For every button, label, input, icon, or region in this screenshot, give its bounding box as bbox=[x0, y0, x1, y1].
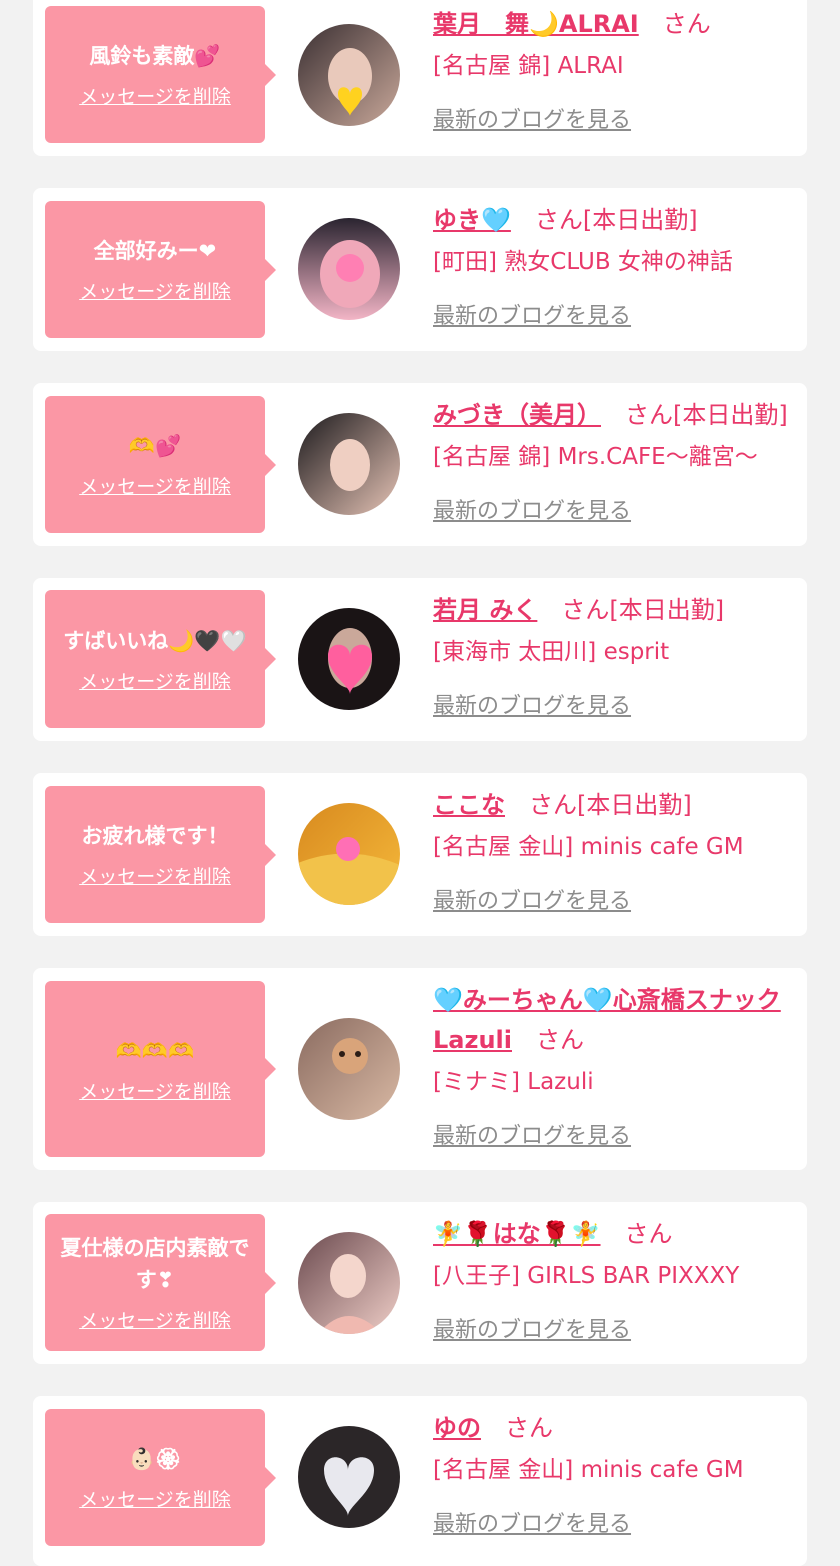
avatar[interactable] bbox=[298, 608, 400, 710]
cast-info: ここな さん[本日出勤] [名古屋 金山] minis cafe GM 最新のブロ… bbox=[433, 785, 799, 915]
shop-label: [東海市 太田川] esprit bbox=[433, 639, 670, 665]
cast-name-link[interactable]: 葉月 舞🌙ALRAI bbox=[433, 10, 639, 38]
list-item: 🫶🫶🫶 メッセージを削除 🩵みーちゃん🩵心斎橋スナックLazuli さん [ミナミ… bbox=[33, 968, 807, 1170]
shop-label: [八王子] GIRLS BAR PIXXXY bbox=[433, 1263, 740, 1289]
latest-blog-link[interactable]: 最新のブログを見る bbox=[433, 883, 631, 915]
latest-blog-link[interactable]: 最新のブログを見る bbox=[433, 102, 631, 134]
cast-name-link[interactable]: ゆき🩵 bbox=[433, 206, 511, 234]
latest-blog-link[interactable]: 最新のブログを見る bbox=[433, 493, 631, 525]
list-item: お疲れ様です！ メッセージを削除 ここな さん[本日出勤] [名古屋 金山] mi… bbox=[33, 773, 807, 936]
latest-blog-link[interactable]: 最新のブログを見る bbox=[433, 1312, 631, 1344]
message-bubble: 🫶💕 メッセージを削除 bbox=[45, 396, 276, 533]
honorific-label: さん[本日出勤] bbox=[561, 596, 725, 624]
avatar[interactable] bbox=[298, 218, 400, 320]
message-text: 全部好みー❤ bbox=[93, 239, 217, 263]
cast-info: ゆの さん [名古屋 金山] minis cafe GM 最新のブログを見る bbox=[433, 1408, 799, 1538]
message-bubble: 夏仕様の店内素敵です❣ メッセージを削除 bbox=[45, 1214, 276, 1351]
cast-info: ゆき🩵 さん[本日出勤] [町田] 熟女CLUB 女神の神話 最新のブログを見る bbox=[433, 200, 799, 330]
avatar[interactable] bbox=[298, 24, 400, 126]
delete-message-link[interactable]: メッセージを削除 bbox=[79, 1077, 231, 1104]
delete-message-link[interactable]: メッセージを削除 bbox=[79, 82, 231, 109]
cast-info: 葉月 舞🌙ALRAI さん [名古屋 錦] ALRAI 最新のブログを見る bbox=[433, 4, 799, 134]
delete-message-link[interactable]: メッセージを削除 bbox=[79, 1306, 231, 1333]
honorific-label: さん bbox=[624, 1220, 673, 1248]
cast-info: 🩵みーちゃん🩵心斎橋スナックLazuli さん [ミナミ] Lazuli 最新のブ… bbox=[433, 980, 787, 1150]
shop-label: [名古屋 金山] minis cafe GM bbox=[433, 834, 744, 860]
delete-message-link[interactable]: メッセージを削除 bbox=[79, 1485, 231, 1512]
cast-name-link[interactable]: みづき（美月） bbox=[433, 401, 601, 429]
message-text: 風鈴も素敵💕 bbox=[89, 44, 221, 68]
message-text: 🫶💕 bbox=[128, 434, 182, 458]
honorific-label: さん[本日出勤] bbox=[529, 791, 692, 819]
honorific-label: さん bbox=[662, 10, 711, 38]
shop-label: [ミナミ] Lazuli bbox=[433, 1069, 594, 1095]
honorific-label: さん bbox=[505, 1414, 553, 1442]
list-item: 夏仕様の店内素敵です❣ メッセージを削除 🧚🌹はな🌹🧚 さん [八王子] GIRL… bbox=[33, 1202, 807, 1364]
list-item: 👶🏻🏵 メッセージを削除 ゆの さん [名古屋 金山] minis cafe GM… bbox=[33, 1396, 807, 1566]
list-item: 全部好みー❤ メッセージを削除 ゆき🩵 さん[本日出勤] [町田] 熟女CLUB … bbox=[33, 188, 807, 351]
message-bubble: すばいいね🌙🖤🤍 メッセージを削除 bbox=[45, 590, 276, 728]
honorific-label: さん[本日出勤] bbox=[625, 401, 788, 429]
cast-name-link[interactable]: ここな bbox=[433, 791, 505, 819]
cast-name-link[interactable]: 🧚🌹はな🌹🧚 bbox=[433, 1220, 601, 1248]
avatar[interactable] bbox=[298, 1426, 400, 1528]
latest-blog-link[interactable]: 最新のブログを見る bbox=[433, 1506, 631, 1538]
latest-blog-link[interactable]: 最新のブログを見る bbox=[433, 688, 631, 720]
cast-info: 若月 みく さん[本日出勤] [東海市 太田川] esprit 最新のブログを見る bbox=[433, 590, 799, 720]
avatar[interactable] bbox=[298, 413, 400, 515]
delete-message-link[interactable]: メッセージを削除 bbox=[79, 277, 231, 304]
message-bubble: 風鈴も素敵💕 メッセージを削除 bbox=[45, 6, 276, 143]
shop-label: [名古屋 錦] Mrs.CAFE〜離宮〜 bbox=[433, 444, 758, 470]
avatar[interactable] bbox=[298, 803, 400, 905]
shop-label: [町田] 熟女CLUB 女神の神話 bbox=[433, 249, 733, 275]
cast-info: みづき（美月） さん[本日出勤] [名古屋 錦] Mrs.CAFE〜離宮〜 最新の… bbox=[433, 395, 799, 525]
message-bubble: 全部好みー❤ メッセージを削除 bbox=[45, 201, 276, 338]
honorific-label: さん bbox=[536, 1026, 584, 1054]
message-text: 👶🏻🏵 bbox=[128, 1447, 182, 1471]
list-item: 🫶💕 メッセージを削除 みづき（美月） さん[本日出勤] [名古屋 錦] Mrs.… bbox=[33, 383, 807, 546]
avatar[interactable] bbox=[298, 1232, 400, 1334]
honorific-label: さん[本日出勤] bbox=[534, 206, 698, 234]
delete-message-link[interactable]: メッセージを削除 bbox=[79, 862, 231, 889]
message-text: 🫶🫶🫶 bbox=[115, 1038, 195, 1063]
message-bubble: 🫶🫶🫶 メッセージを削除 bbox=[45, 981, 276, 1157]
latest-blog-link[interactable]: 最新のブログを見る bbox=[433, 298, 631, 330]
delete-message-link[interactable]: メッセージを削除 bbox=[79, 472, 231, 499]
shop-label: [名古屋 錦] ALRAI bbox=[433, 53, 624, 79]
cast-info: 🧚🌹はな🌹🧚 さん [八王子] GIRLS BAR PIXXXY 最新のブログを見… bbox=[433, 1214, 799, 1344]
message-text: すばいいね🌙🖤🤍 bbox=[63, 628, 247, 653]
list-item: 風鈴も素敵💕 メッセージを削除 葉月 舞🌙ALRAI さん [名古屋 錦] ALR… bbox=[33, 0, 807, 156]
message-text: 夏仕様の店内素敵です❣ bbox=[60, 1236, 250, 1292]
list-item: すばいいね🌙🖤🤍 メッセージを削除 若月 みく さん[本日出勤] [東海市 太田川… bbox=[33, 578, 807, 741]
message-text: お疲れ様です！ bbox=[81, 824, 229, 848]
cast-name-link[interactable]: ゆの bbox=[433, 1414, 481, 1442]
cast-name-link[interactable]: 🩵みーちゃん🩵心斎橋スナックLazuli bbox=[433, 986, 781, 1054]
avatar[interactable] bbox=[298, 1018, 400, 1120]
shop-label: [名古屋 金山] minis cafe GM bbox=[433, 1457, 744, 1483]
message-bubble: 👶🏻🏵 メッセージを削除 bbox=[45, 1409, 276, 1546]
latest-blog-link[interactable]: 最新のブログを見る bbox=[433, 1118, 631, 1150]
delete-message-link[interactable]: メッセージを削除 bbox=[79, 667, 231, 694]
cast-name-link[interactable]: 若月 みく bbox=[433, 596, 537, 624]
message-bubble: お疲れ様です！ メッセージを削除 bbox=[45, 786, 276, 923]
